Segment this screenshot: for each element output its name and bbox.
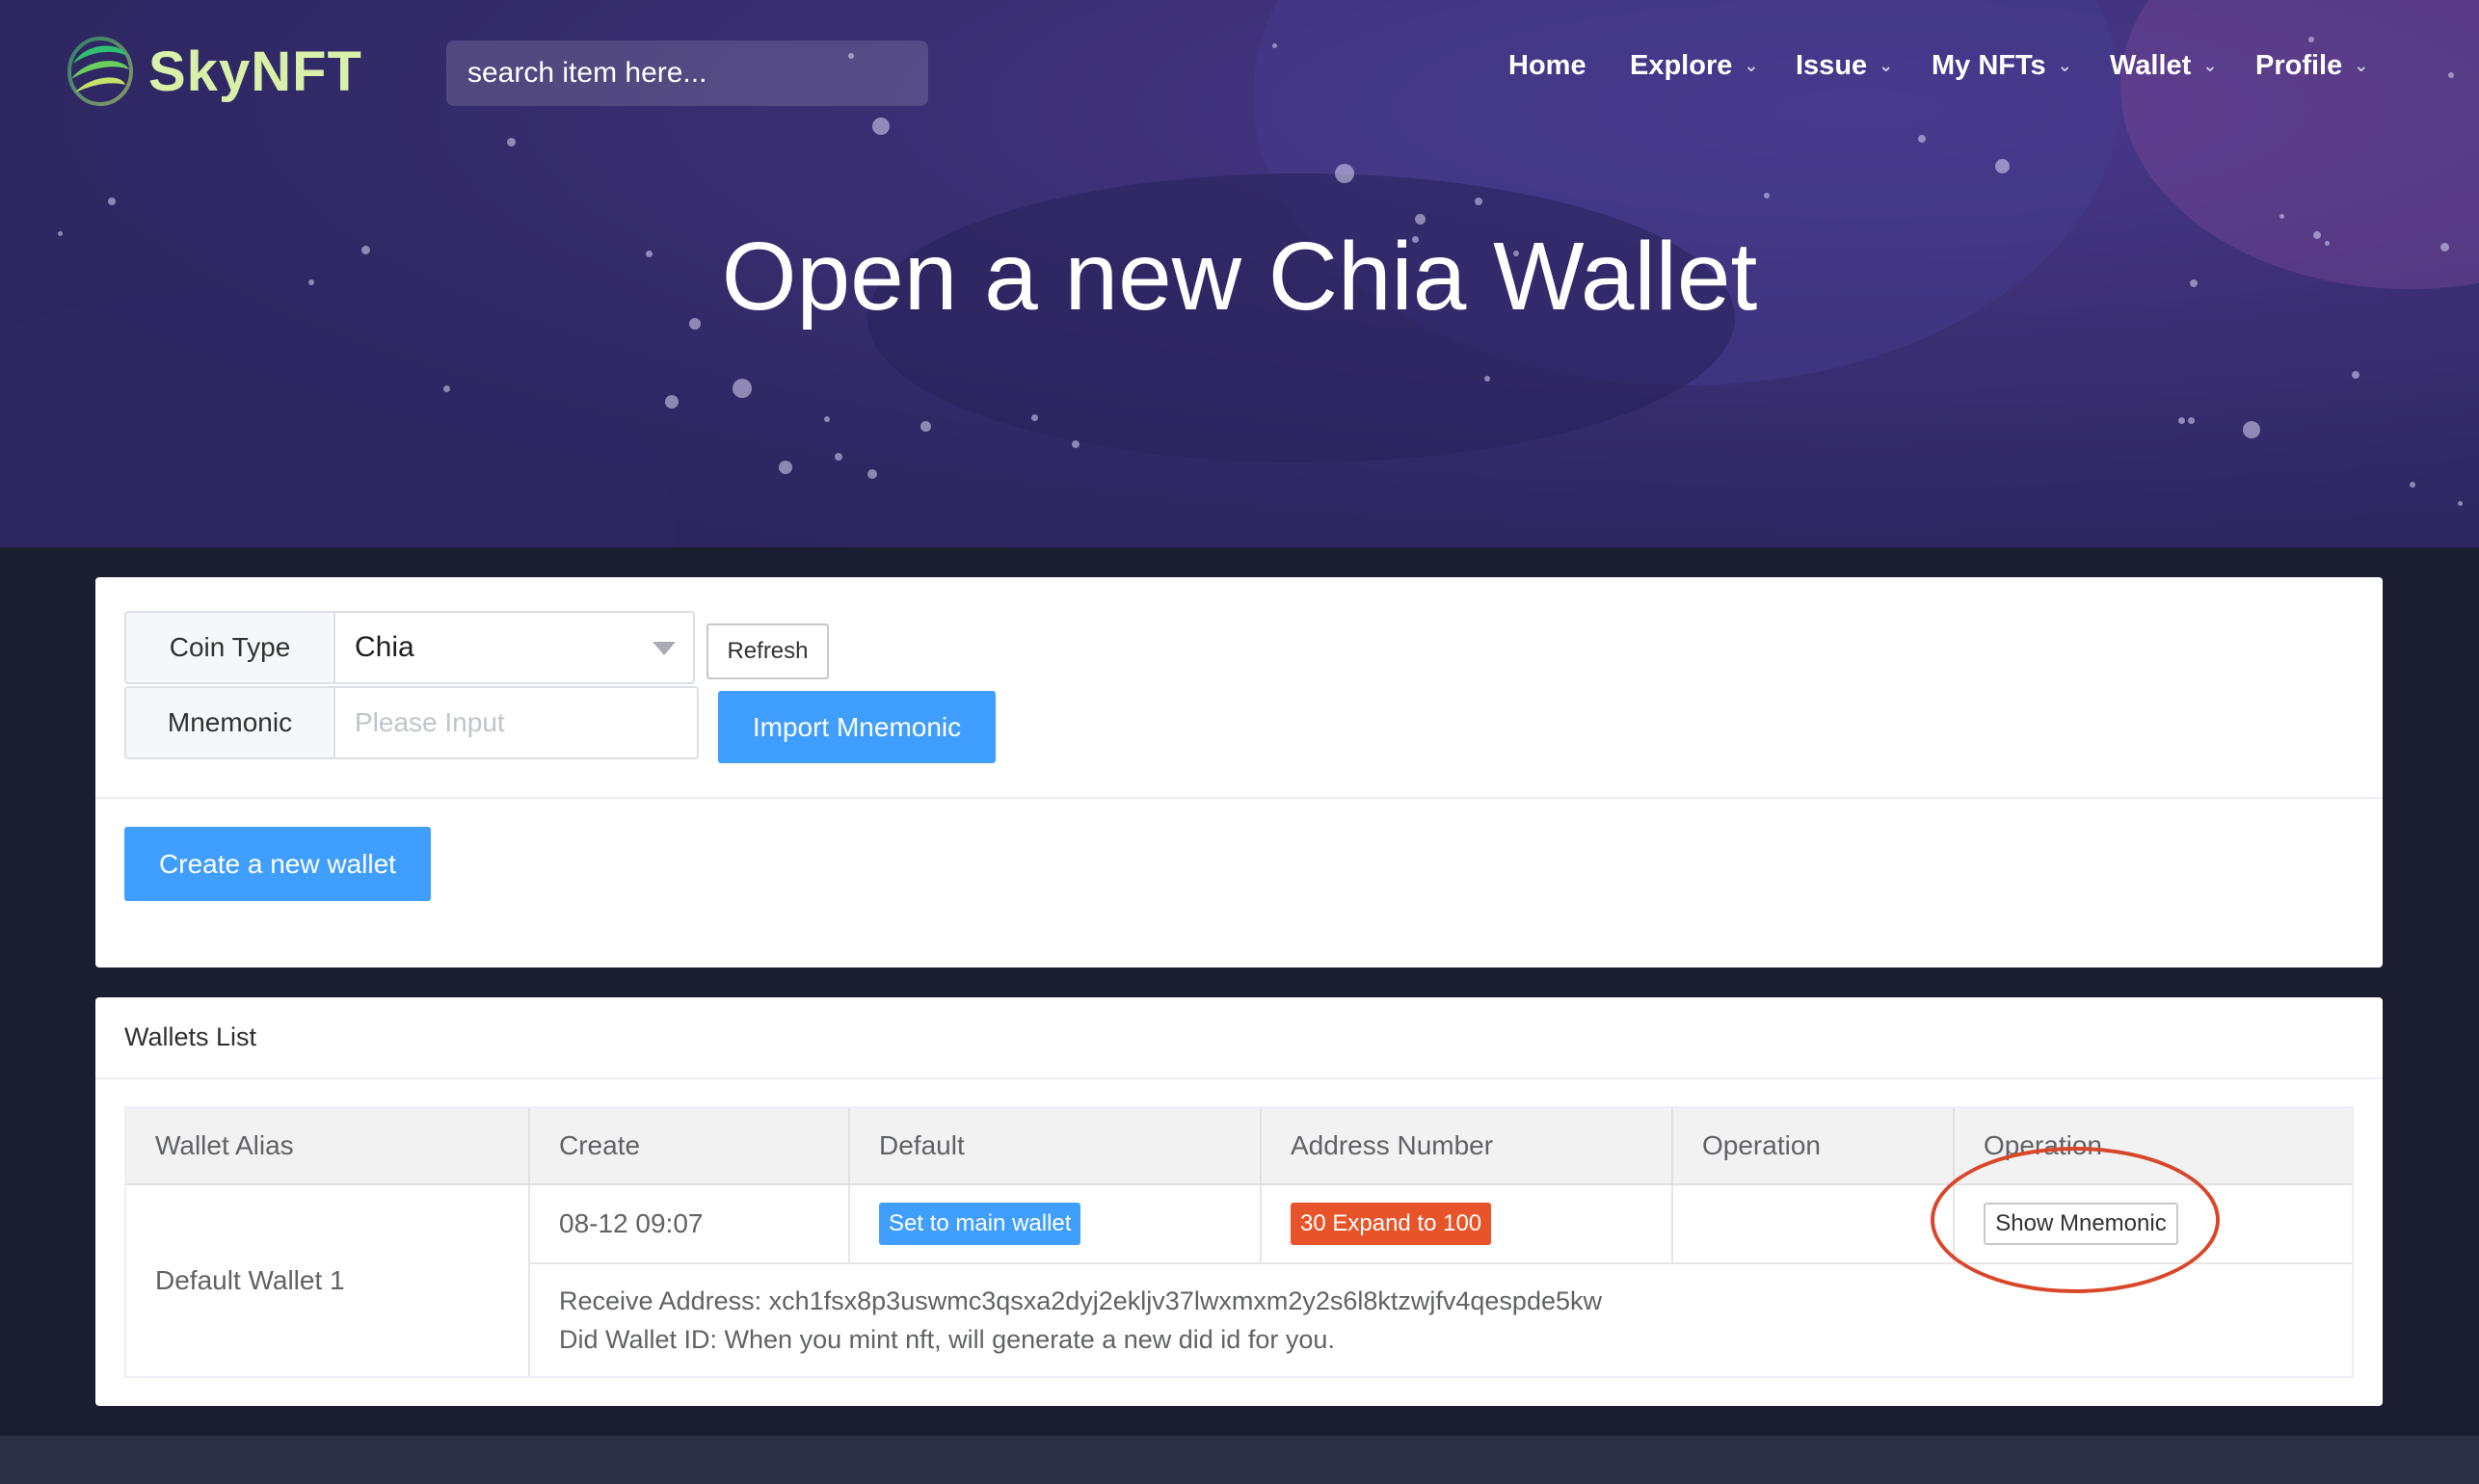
star-dot (108, 198, 116, 205)
operation-cell-2: Show Mnemonic (1955, 1185, 2352, 1264)
wallet-alias: Default Wallet 1 (155, 1265, 345, 1295)
star-dot (2352, 371, 2359, 379)
star-dot (2410, 482, 2415, 488)
search-input[interactable] (446, 40, 928, 106)
wallet-alias-cell: Default Wallet 1 (126, 1185, 530, 1376)
star-dot (1031, 414, 1038, 421)
table-header-cell: Operation (1955, 1108, 2352, 1185)
coin-type-field: Coin Type Chia (124, 611, 695, 684)
star-dot (2188, 417, 2195, 424)
chevron-down-icon: ⌄ (2202, 56, 2218, 75)
star-dot (2178, 417, 2185, 424)
nav-profile[interactable]: Profile ⌄ (2255, 50, 2368, 82)
create-wallet-button[interactable]: Create a new wallet (124, 827, 431, 901)
table-header-cell: Address Number (1262, 1108, 1673, 1185)
wallet-detail-cell: Receive Address: xch1fsx8p3uswmc3qsxa2dy… (530, 1264, 2352, 1376)
divider (95, 797, 2383, 799)
star-dot (507, 138, 516, 146)
nav-profile-label: Profile (2255, 50, 2343, 81)
star-dot (1995, 159, 2010, 173)
star-dot (867, 469, 877, 479)
chevron-down-icon: ⌄ (1879, 56, 1894, 75)
mnemonic-input-wrap (335, 688, 697, 757)
table-header-cell: Operation (1673, 1108, 1955, 1185)
star-dot (1272, 43, 1277, 48)
star-dot (443, 385, 450, 392)
star-dot (2448, 72, 2454, 78)
operation-cell (1673, 1185, 1955, 1264)
star-dot (1918, 135, 1926, 143)
did-wallet-id: Did Wallet ID: When you mint nft, will g… (559, 1325, 1335, 1354)
footer (0, 1436, 2479, 1484)
star-dot (1335, 164, 1354, 183)
brand-name: SkyNFT (148, 40, 362, 103)
import-mnemonic-button[interactable]: Import Mnemonic (718, 691, 996, 763)
hero-banner: SkyNFT Home Explore ⌄ Issue ⌄ My NFTs ⌄ … (0, 0, 2479, 547)
nav-home[interactable]: Home (1508, 50, 1586, 82)
receive-address: Receive Address: xch1fsx8p3uswmc3qsxa2dy… (559, 1286, 1602, 1315)
nav-my-nfts-label: My NFTs (1932, 50, 2046, 81)
nav-explore-label: Explore (1630, 50, 1733, 81)
star-dot (2279, 214, 2284, 219)
star-dot (2243, 421, 2260, 438)
star-dot (2458, 501, 2463, 506)
page-title: Open a new Chia Wallet (721, 223, 1758, 331)
skynft-logo-icon (67, 37, 133, 106)
coin-type-label: Coin Type (126, 613, 335, 682)
nav-explore[interactable]: Explore ⌄ (1630, 50, 1758, 82)
nav-my-nfts[interactable]: My NFTs ⌄ (1932, 50, 2072, 82)
nav-issue-label: Issue (1796, 50, 1868, 81)
nav-home-label: Home (1508, 50, 1586, 81)
divider (95, 1077, 2383, 1079)
star-dot (920, 421, 931, 432)
star-dot (2308, 37, 2314, 42)
wallets-table: Wallet Alias Create Default Address Numb… (124, 1106, 2354, 1378)
coin-type-value: Chia (355, 631, 414, 663)
table-header-cell: Wallet Alias (126, 1108, 530, 1185)
set-main-wallet-button[interactable]: Set to main wallet (879, 1203, 1081, 1245)
nav-wallet-label: Wallet (2110, 50, 2192, 81)
star-dot (1484, 376, 1490, 382)
star-dot (872, 118, 890, 135)
star-dot (733, 379, 752, 398)
wallets-list-title: Wallets List (124, 1022, 257, 1051)
wallet-form-card: Coin Type Chia Refresh Mnemonic Import M… (95, 577, 2383, 967)
chevron-down-icon: ⌄ (1744, 56, 1759, 75)
chevron-down-icon: ⌄ (2057, 56, 2072, 75)
address-number-cell: 30 Expand to 100 (1262, 1185, 1673, 1264)
star-dot (1764, 193, 1770, 199)
create-time-cell: 08-12 09:07 (530, 1185, 850, 1264)
table-header-cell: Create (530, 1108, 850, 1185)
default-cell: Set to main wallet (850, 1185, 1262, 1264)
mnemonic-input[interactable] (355, 707, 678, 738)
chevron-down-icon: ⌄ (2354, 56, 2369, 75)
star-dot (1072, 440, 1080, 448)
nav-wallet[interactable]: Wallet ⌄ (2110, 50, 2217, 82)
star-dot (779, 461, 792, 474)
star-dot (824, 416, 830, 422)
expand-address-button[interactable]: 30 Expand to 100 (1291, 1203, 1492, 1245)
refresh-button[interactable]: Refresh (706, 623, 829, 679)
table-header-cell: Default (850, 1108, 1262, 1185)
star-dot (665, 395, 679, 409)
brand-logo[interactable]: SkyNFT (66, 35, 362, 108)
caret-down-icon (653, 642, 676, 655)
star-dot (835, 453, 842, 461)
mnemonic-label: Mnemonic (126, 688, 335, 757)
coin-type-select[interactable]: Chia (335, 613, 693, 682)
star-dot (1475, 198, 1482, 205)
mnemonic-field: Mnemonic (124, 686, 699, 759)
create-time: 08-12 09:07 (559, 1208, 704, 1238)
nav-issue[interactable]: Issue ⌄ (1796, 50, 1893, 82)
show-mnemonic-button[interactable]: Show Mnemonic (1984, 1203, 2178, 1245)
